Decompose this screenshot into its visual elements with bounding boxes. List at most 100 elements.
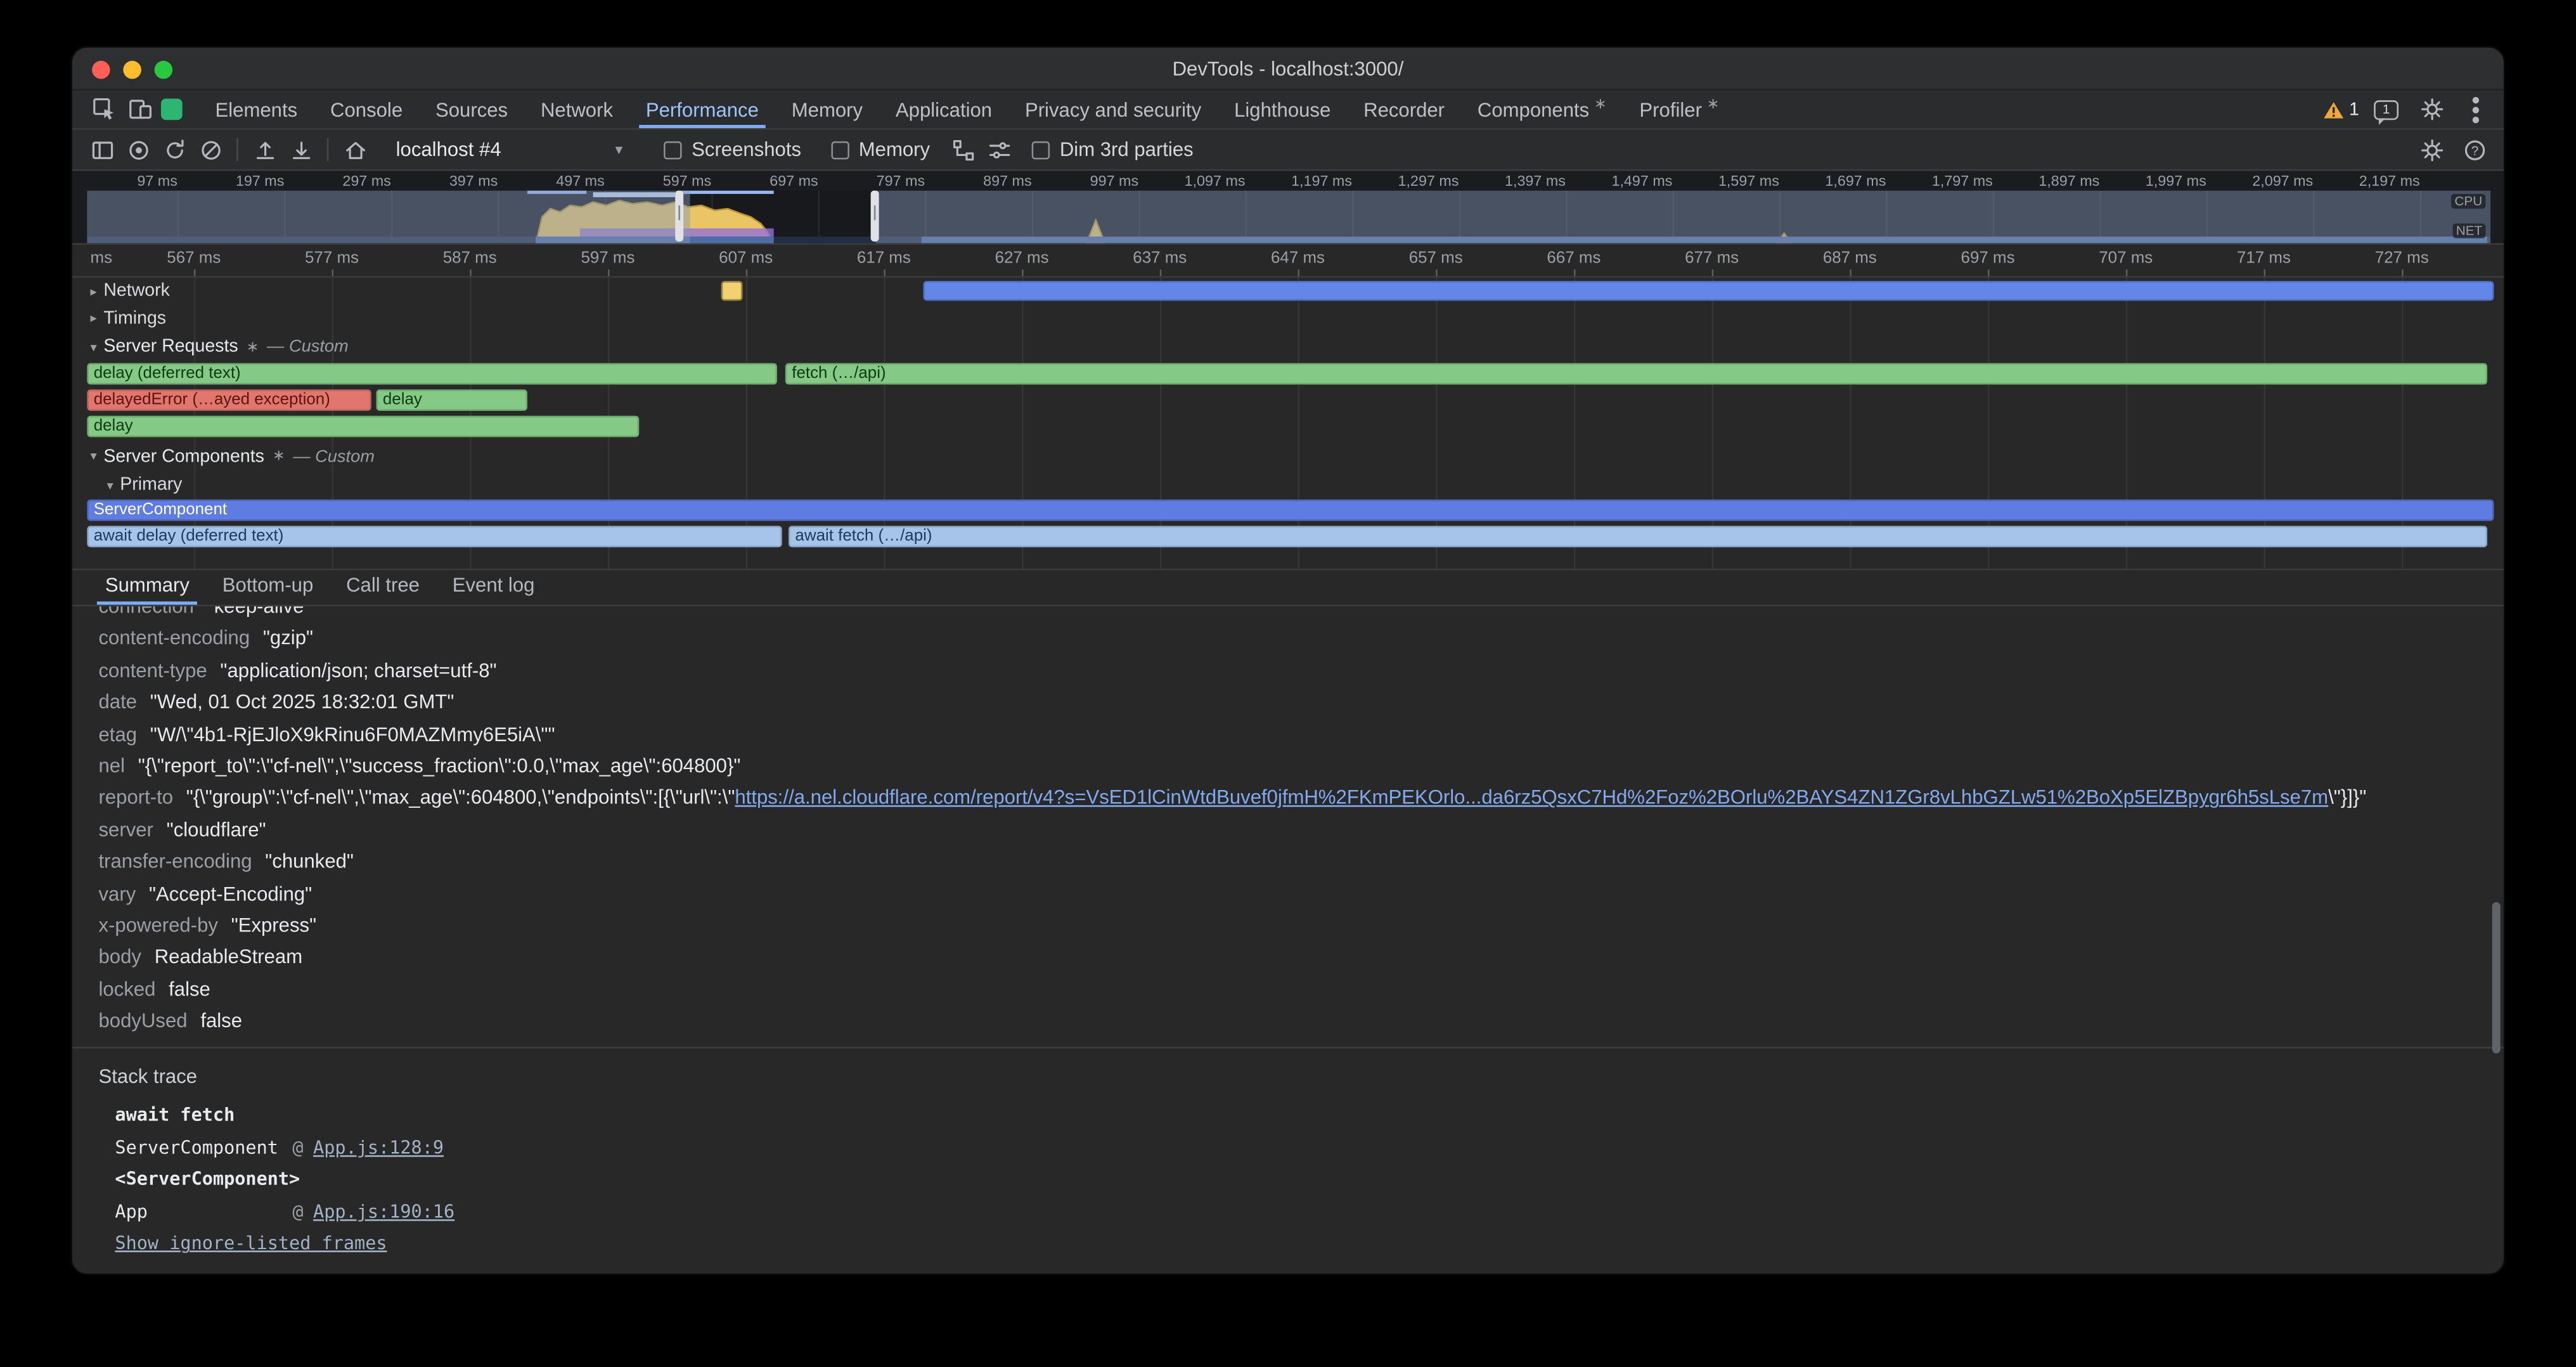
tab-privacy-and-security[interactable]: Privacy and security bbox=[1008, 91, 1218, 129]
inspect-icon[interactable] bbox=[86, 93, 122, 126]
tab-console[interactable]: Console bbox=[314, 91, 419, 129]
reload-icon bbox=[162, 137, 186, 162]
source-location-link[interactable]: App.js:190:16 bbox=[313, 1196, 454, 1229]
track-config-icon[interactable]: ∗ bbox=[273, 447, 285, 465]
network-track-label[interactable]: ▸ Network bbox=[91, 278, 170, 304]
tab-elements[interactable]: Elements bbox=[199, 91, 314, 129]
device-toolbar-icon[interactable] bbox=[122, 93, 158, 126]
overview-time-label: 1,297 ms bbox=[1344, 172, 1459, 189]
source-location-link[interactable]: App.js:128:9 bbox=[313, 1132, 444, 1165]
track-network[interactable]: ▸ Network bbox=[87, 278, 2490, 304]
zoom-window-button[interactable] bbox=[155, 61, 173, 79]
tab-recorder[interactable]: Recorder bbox=[1347, 91, 1461, 129]
live-metrics-button[interactable] bbox=[337, 133, 373, 166]
screenshots-checkbox[interactable]: Screenshots bbox=[664, 138, 801, 161]
details-tab-summary[interactable]: Summary bbox=[89, 567, 206, 605]
header-value: "Wed, 01 Oct 2025 18:32:01 GMT" bbox=[150, 690, 454, 713]
network-conditions-icon[interactable] bbox=[944, 133, 981, 166]
record-button[interactable] bbox=[120, 133, 156, 166]
selection-handle-right[interactable] bbox=[871, 191, 879, 242]
flame-bar[interactable]: delayedError (…ayed exception) bbox=[87, 389, 371, 411]
timings-track-label[interactable]: ▸ Timings bbox=[91, 304, 167, 332]
details-tab-call-tree[interactable]: Call tree bbox=[330, 567, 436, 605]
checkbox-label: Memory bbox=[859, 138, 930, 161]
performance-toolbar: localhost #4 ▾ Screenshots Memory bbox=[72, 130, 2504, 171]
flame-bar[interactable] bbox=[721, 281, 743, 301]
toggle-sidebar-icon[interactable] bbox=[84, 133, 120, 166]
expand-triangle-icon: ▾ bbox=[91, 339, 97, 354]
kebab-menu-icon[interactable] bbox=[2473, 106, 2479, 112]
header-row: x-powered-by"Express" bbox=[99, 910, 2504, 942]
issues-badge[interactable]: 1 bbox=[2374, 100, 2399, 119]
flame-bar[interactable]: fetch (…/api) bbox=[785, 363, 2487, 385]
capture-settings-gear-icon[interactable] bbox=[2413, 133, 2449, 166]
overview-time-label: 1,997 ms bbox=[2091, 172, 2206, 189]
track-primary-header[interactable]: ▾ Primary bbox=[87, 472, 2490, 498]
header-row: nel"{\"report_to\":\"cf-nel\",\"success_… bbox=[99, 751, 2504, 782]
extension-icon[interactable] bbox=[161, 99, 183, 120]
overview-time-label: 1,897 ms bbox=[1985, 172, 2099, 189]
header-key: vary bbox=[99, 882, 136, 905]
flame-bar[interactable] bbox=[924, 281, 2494, 301]
overview-time-label: 1,797 ms bbox=[1877, 172, 1992, 189]
close-window-button[interactable] bbox=[92, 61, 110, 79]
tab-lighthouse[interactable]: Lighthouse bbox=[1218, 91, 1347, 129]
overview-time-label: 197 ms bbox=[169, 172, 284, 189]
titlebar: DevTools - localhost:3000/ bbox=[72, 48, 2504, 90]
dim-third-parties-checkbox[interactable]: Dim 3rd parties bbox=[1032, 138, 1194, 161]
overview-time-label: 1,397 ms bbox=[1451, 172, 1566, 189]
toolbar-right-controls: ? bbox=[2413, 133, 2492, 166]
header-key: server bbox=[99, 818, 153, 841]
flame-bar[interactable]: delay bbox=[377, 389, 527, 411]
tab-sources[interactable]: Sources bbox=[419, 91, 524, 129]
stack-trace-title: Stack trace bbox=[99, 1049, 2504, 1100]
expand-triangle-icon: ▾ bbox=[91, 449, 97, 463]
track-config-icon[interactable]: ∗ bbox=[247, 338, 259, 356]
devtools-tabbar: ElementsConsoleSourcesNetworkPerformance… bbox=[72, 91, 2504, 130]
minimize-window-button[interactable] bbox=[123, 61, 141, 79]
tab-components[interactable]: Components∗ bbox=[1461, 91, 1623, 129]
load-profile-button[interactable] bbox=[247, 133, 283, 166]
settings-gear-icon[interactable] bbox=[2413, 93, 2449, 126]
checkbox-box bbox=[831, 141, 849, 159]
scrollbar-thumb[interactable] bbox=[2492, 902, 2501, 1053]
tab-profiler[interactable]: Profiler∗ bbox=[1623, 91, 1736, 129]
ruler-time-label: 677 ms bbox=[1663, 250, 1761, 268]
clear-icon bbox=[198, 137, 222, 162]
flame-bar[interactable]: await delay (deferred text) bbox=[87, 526, 782, 547]
tab-memory[interactable]: Memory bbox=[775, 91, 879, 129]
report-to-url-link[interactable]: https://a.nel.cloudflare.com/report/v4?s… bbox=[735, 786, 2328, 809]
track-timings[interactable]: ▸ Timings bbox=[87, 304, 2490, 332]
details-tab-event-log[interactable]: Event log bbox=[436, 567, 551, 605]
save-profile-button[interactable] bbox=[283, 133, 319, 166]
selection-handle-left[interactable] bbox=[675, 191, 683, 242]
overview-dim-right bbox=[875, 191, 2490, 243]
header-value: "Accept-Encoding" bbox=[149, 882, 312, 905]
tab-performance[interactable]: Performance bbox=[629, 91, 775, 129]
tab-network[interactable]: Network bbox=[524, 91, 629, 129]
ruler-time-label: 697 ms bbox=[1938, 250, 2037, 268]
network-activity-mark bbox=[682, 191, 774, 194]
flame-bar[interactable]: ServerComponent bbox=[87, 500, 2494, 521]
timeline-overview[interactable]: 97 ms197 ms297 ms397 ms497 ms597 ms697 m… bbox=[72, 171, 2504, 245]
record-and-reload-button[interactable] bbox=[156, 133, 192, 166]
help-icon[interactable]: ? bbox=[2456, 133, 2492, 166]
memory-checkbox[interactable]: Memory bbox=[831, 138, 930, 161]
cpu-throttling-icon[interactable] bbox=[981, 133, 1017, 166]
show-ignore-listed-link[interactable]: Show ignore-listed frames bbox=[115, 1233, 387, 1255]
tab-application[interactable]: Application bbox=[879, 91, 1008, 129]
history-dropdown[interactable]: localhost #4 ▾ bbox=[386, 135, 633, 165]
clear-button[interactable] bbox=[192, 133, 228, 166]
header-key: locked bbox=[99, 977, 156, 1000]
checkbox-label: Dim 3rd parties bbox=[1060, 138, 1194, 161]
flame-bar[interactable]: await fetch (…/api) bbox=[789, 526, 2487, 547]
flame-bar[interactable]: delay bbox=[87, 416, 639, 437]
warning-badge[interactable]: 1 bbox=[2322, 100, 2359, 119]
overview-time-label: 497 ms bbox=[489, 172, 604, 189]
track-server-components-header[interactable]: ▾ Server Components ∗ — Custom bbox=[87, 441, 2490, 472]
track-server-requests-header[interactable]: ▾ Server Requests ∗ — Custom bbox=[87, 332, 2490, 362]
header-row: bodyReadableStream bbox=[99, 942, 2504, 974]
details-tab-bottom-up[interactable]: Bottom-up bbox=[206, 567, 330, 605]
extension-badge-icon: ∗ bbox=[1594, 95, 1607, 113]
flame-bar[interactable]: delay (deferred text) bbox=[87, 363, 777, 385]
